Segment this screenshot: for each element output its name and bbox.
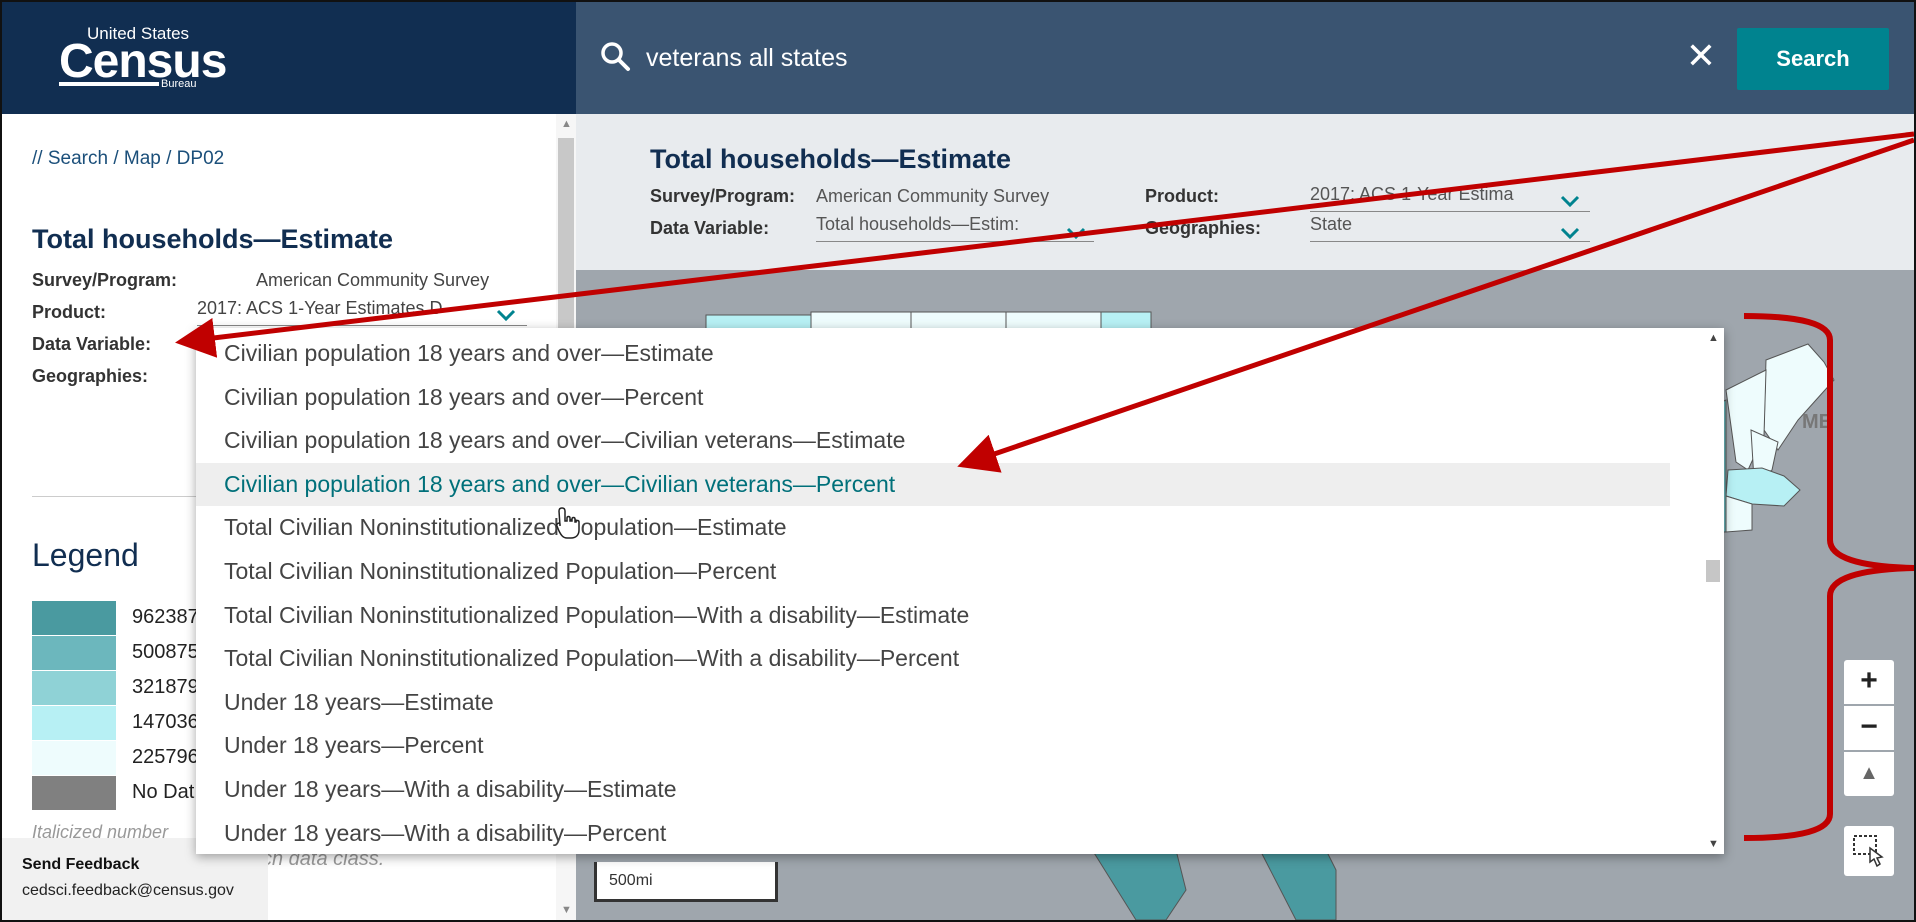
screenshot-frame <box>0 0 1916 922</box>
